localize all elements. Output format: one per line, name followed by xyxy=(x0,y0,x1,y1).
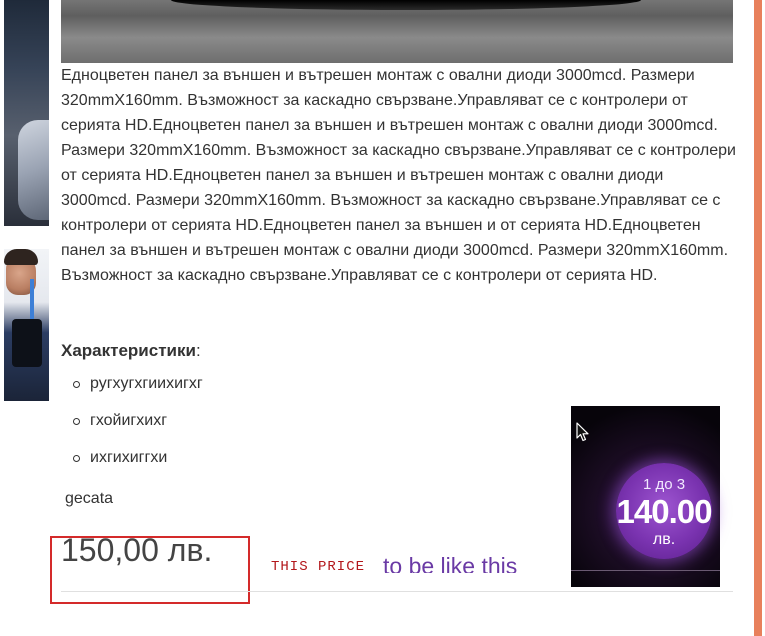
bullet-icon xyxy=(73,455,80,462)
bullet-icon xyxy=(73,418,80,425)
spec-item: гхойигхихг xyxy=(71,410,203,447)
annotation-to-be-like: to be like this xyxy=(383,553,518,573)
specs-heading: Характеристики: xyxy=(61,341,201,361)
badge-currency: лв. xyxy=(652,531,676,548)
product-main-image xyxy=(61,0,733,63)
product-thumbnail-2[interactable] xyxy=(4,249,49,401)
mouse-cursor-icon xyxy=(576,422,589,442)
product-image-bar xyxy=(171,0,641,10)
badge-amount: 140.00 xyxy=(616,493,713,530)
badge-quantity-label: 1 до 3 xyxy=(642,476,686,493)
annotation-this-price: THIS PRICE xyxy=(271,559,366,575)
price-badge-panel: 1 до 3 140.00 лв. xyxy=(571,406,720,587)
specs-colon: : xyxy=(195,341,201,360)
thumbnail-hair-shape xyxy=(4,249,38,265)
extra-text: gecata xyxy=(65,490,114,507)
thumbnail-hand-shape xyxy=(18,120,49,220)
section-divider xyxy=(61,591,733,592)
price-badge: 1 до 3 140.00 лв. xyxy=(616,463,712,559)
thumbnail-camera-shape xyxy=(12,319,42,367)
spec-item: ругхугхгиихигхг xyxy=(71,373,203,410)
specs-title: Характеристики xyxy=(61,341,196,360)
right-accent-bar xyxy=(754,0,762,636)
bullet-icon xyxy=(73,381,80,388)
badge-panel-line xyxy=(571,570,720,571)
specs-list: ругхугхгиихигхг гхойигхихг ихгихиггхи xyxy=(71,373,203,484)
price-highlight-box xyxy=(50,536,250,604)
product-thumbnail-1[interactable] xyxy=(4,0,49,226)
product-description: Едноцветен панел за външен и вътрешен мо… xyxy=(61,67,736,284)
spec-item: ихгихиггхи xyxy=(71,447,203,484)
